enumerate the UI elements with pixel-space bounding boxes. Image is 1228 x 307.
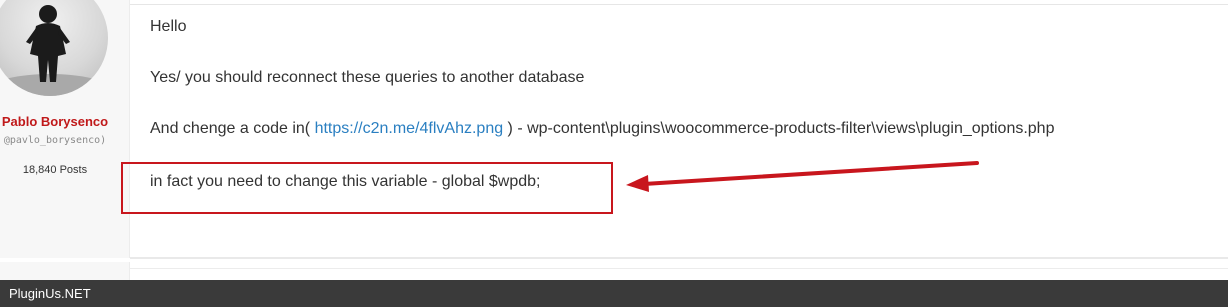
author-sidebar: Pablo Borysenco @pavlo_borysenco) 18,840… — [0, 0, 130, 258]
screenshot-link[interactable]: https://c2n.me/4flvAhz.png — [315, 120, 504, 137]
next-post-sidebar — [0, 262, 130, 280]
avatar[interactable] — [0, 0, 108, 96]
author-name[interactable]: Pablo Borysenco — [0, 114, 110, 129]
author-handle: @pavlo_borysenco) — [3, 135, 107, 146]
highlight-box-annotation — [121, 162, 613, 214]
divider — [130, 268, 1228, 269]
divider — [130, 4, 1228, 5]
post-line-code-path: And chenge a code in( https://c2n.me/4fl… — [150, 120, 1054, 138]
divider — [130, 257, 1228, 259]
post-text: And chenge a code in( — [150, 120, 315, 137]
post-line-reconnect: Yes/ you should reconnect these queries … — [150, 69, 585, 86]
post-greeting: Hello — [150, 18, 187, 35]
person-silhouette-icon — [0, 5, 108, 96]
author-post-count: 18,840 Posts — [22, 164, 88, 176]
red-arrow-icon — [626, 161, 979, 192]
footer-brand[interactable]: PluginUs.NET — [9, 286, 91, 301]
file-path-text: ) - wp-content\plugins\woocommerce-produ… — [503, 120, 1055, 137]
footer-bar: PluginUs.NET — [0, 280, 1228, 307]
forum-post-page: Pablo Borysenco @pavlo_borysenco) 18,840… — [0, 0, 1228, 307]
